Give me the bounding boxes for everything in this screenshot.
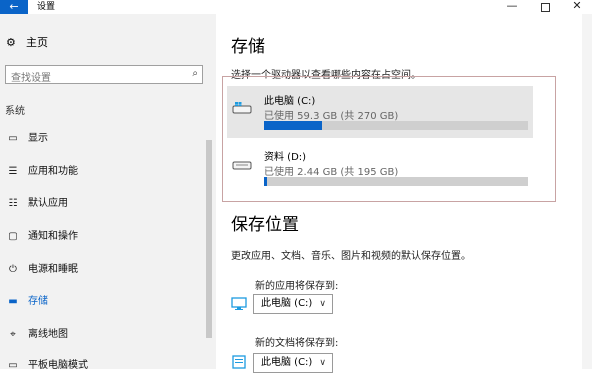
- drive-usage: 已使用 2.44 GB (共 195 GB): [264, 167, 399, 178]
- window-title: 设置: [37, 2, 56, 12]
- minimize-icon: —: [506, 0, 518, 12]
- search-input[interactable]: [6, 70, 181, 87]
- monitor-icon: ▭: [8, 133, 18, 144]
- tablet-icon: ▭: [8, 360, 18, 371]
- sidebar-item-label: 离线地图: [28, 329, 68, 340]
- sidebar-item-display[interactable]: ▭ 显示: [6, 129, 206, 149]
- drive-usage-bar: [264, 177, 528, 186]
- search-icon[interactable]: ⌕: [192, 68, 198, 79]
- main-scrollbar[interactable]: [582, 14, 592, 369]
- power-icon: ⏻: [9, 264, 17, 275]
- drive-name: 资料 (D:): [264, 152, 307, 163]
- sidebar-home[interactable]: ⚙ 主页: [6, 34, 48, 50]
- sidebar-item-default-apps[interactable]: ☷ 默认应用: [6, 194, 206, 214]
- gear-icon: ⚙: [6, 36, 16, 49]
- sidebar-item-label: 存储: [28, 296, 48, 307]
- drive-usage-fill: [264, 177, 268, 186]
- drive-c[interactable]: 此电脑 (C:) 已使用 59.3 GB (共 270 GB): [227, 86, 533, 138]
- documents-save-location-value: 此电脑 (C:): [261, 357, 313, 368]
- list-icon: ☰: [8, 166, 18, 177]
- chevron-down-icon: ∨: [319, 358, 326, 368]
- drive-icon: [232, 161, 252, 170]
- drive-d[interactable]: 资料 (D:) 已使用 2.44 GB (共 195 GB): [227, 142, 533, 194]
- sidebar-scrollbar[interactable]: [206, 140, 212, 338]
- notification-icon: ▢: [8, 231, 18, 242]
- windows-drive-icon: [232, 102, 252, 114]
- sidebar-item-tablet-mode[interactable]: ▭ 平板电脑模式: [6, 356, 206, 376]
- drive-usage: 已使用 59.3 GB (共 270 GB): [264, 111, 399, 122]
- close-button[interactable]: ✕: [562, 0, 592, 14]
- sidebar-item-label: 通知和操作: [28, 231, 78, 242]
- sidebar-home-label: 主页: [26, 36, 48, 49]
- sidebar: ⚙主页 ⌕ 系统 ▭显示 ☰应用和功能 ☷默认应用 ▢通知和操作 ⏻电源和睡眠 …: [0, 14, 216, 371]
- back-button[interactable]: ←: [0, 0, 28, 14]
- default-apps-icon: ☷: [8, 198, 18, 209]
- sidebar-item-label: 电源和睡眠: [28, 264, 78, 275]
- drive-usage-fill: [264, 121, 323, 130]
- sidebar-item-power[interactable]: ⏻ 电源和睡眠: [6, 260, 206, 280]
- sidebar-section-title: 系统: [5, 106, 25, 117]
- sidebar-item-label: 默认应用: [28, 198, 68, 209]
- documents-save-location-select[interactable]: 此电脑 (C:) ∨: [253, 353, 333, 373]
- storage-icon: ▬: [8, 296, 18, 307]
- sidebar-item-offline-maps[interactable]: ⌖ 离线地图: [6, 325, 206, 345]
- maximize-icon: [540, 3, 550, 12]
- chevron-down-icon: ∨: [319, 299, 326, 309]
- search-box: ⌕: [5, 65, 203, 87]
- save-locations-description: 更改应用、文档、音乐、图片和视频的默认保存位置。: [231, 251, 471, 262]
- drive-name: 此电脑 (C:): [264, 96, 316, 107]
- monitor-icon: [231, 297, 247, 310]
- drive-usage-bar: [264, 121, 528, 130]
- sidebar-item-notifications[interactable]: ▢ 通知和操作: [6, 227, 206, 247]
- title-bar: ← 设置 — ✕: [0, 0, 592, 14]
- sidebar-item-label: 显示: [28, 133, 48, 144]
- back-arrow-icon: ←: [9, 0, 19, 13]
- maximize-button[interactable]: [530, 0, 560, 14]
- apps-save-location-select[interactable]: 此电脑 (C:) ∨: [253, 294, 333, 314]
- sidebar-item-apps[interactable]: ☰ 应用和功能: [6, 162, 206, 182]
- minimize-button[interactable]: —: [497, 0, 527, 14]
- apps-save-location-value: 此电脑 (C:): [261, 298, 313, 309]
- sidebar-item-storage[interactable]: ▬ 存储: [6, 292, 206, 312]
- apps-save-label: 新的应用将保存到:: [255, 281, 339, 292]
- documents-icon: [232, 355, 246, 369]
- sidebar-item-label: 平板电脑模式: [28, 360, 88, 371]
- page-title: 存储: [231, 37, 265, 57]
- close-icon: ✕: [572, 0, 582, 12]
- map-icon: ⌖: [10, 329, 16, 340]
- save-locations-title: 保存位置: [231, 215, 299, 235]
- sidebar-item-label: 应用和功能: [28, 166, 78, 177]
- documents-save-label: 新的文档将保存到:: [255, 338, 339, 349]
